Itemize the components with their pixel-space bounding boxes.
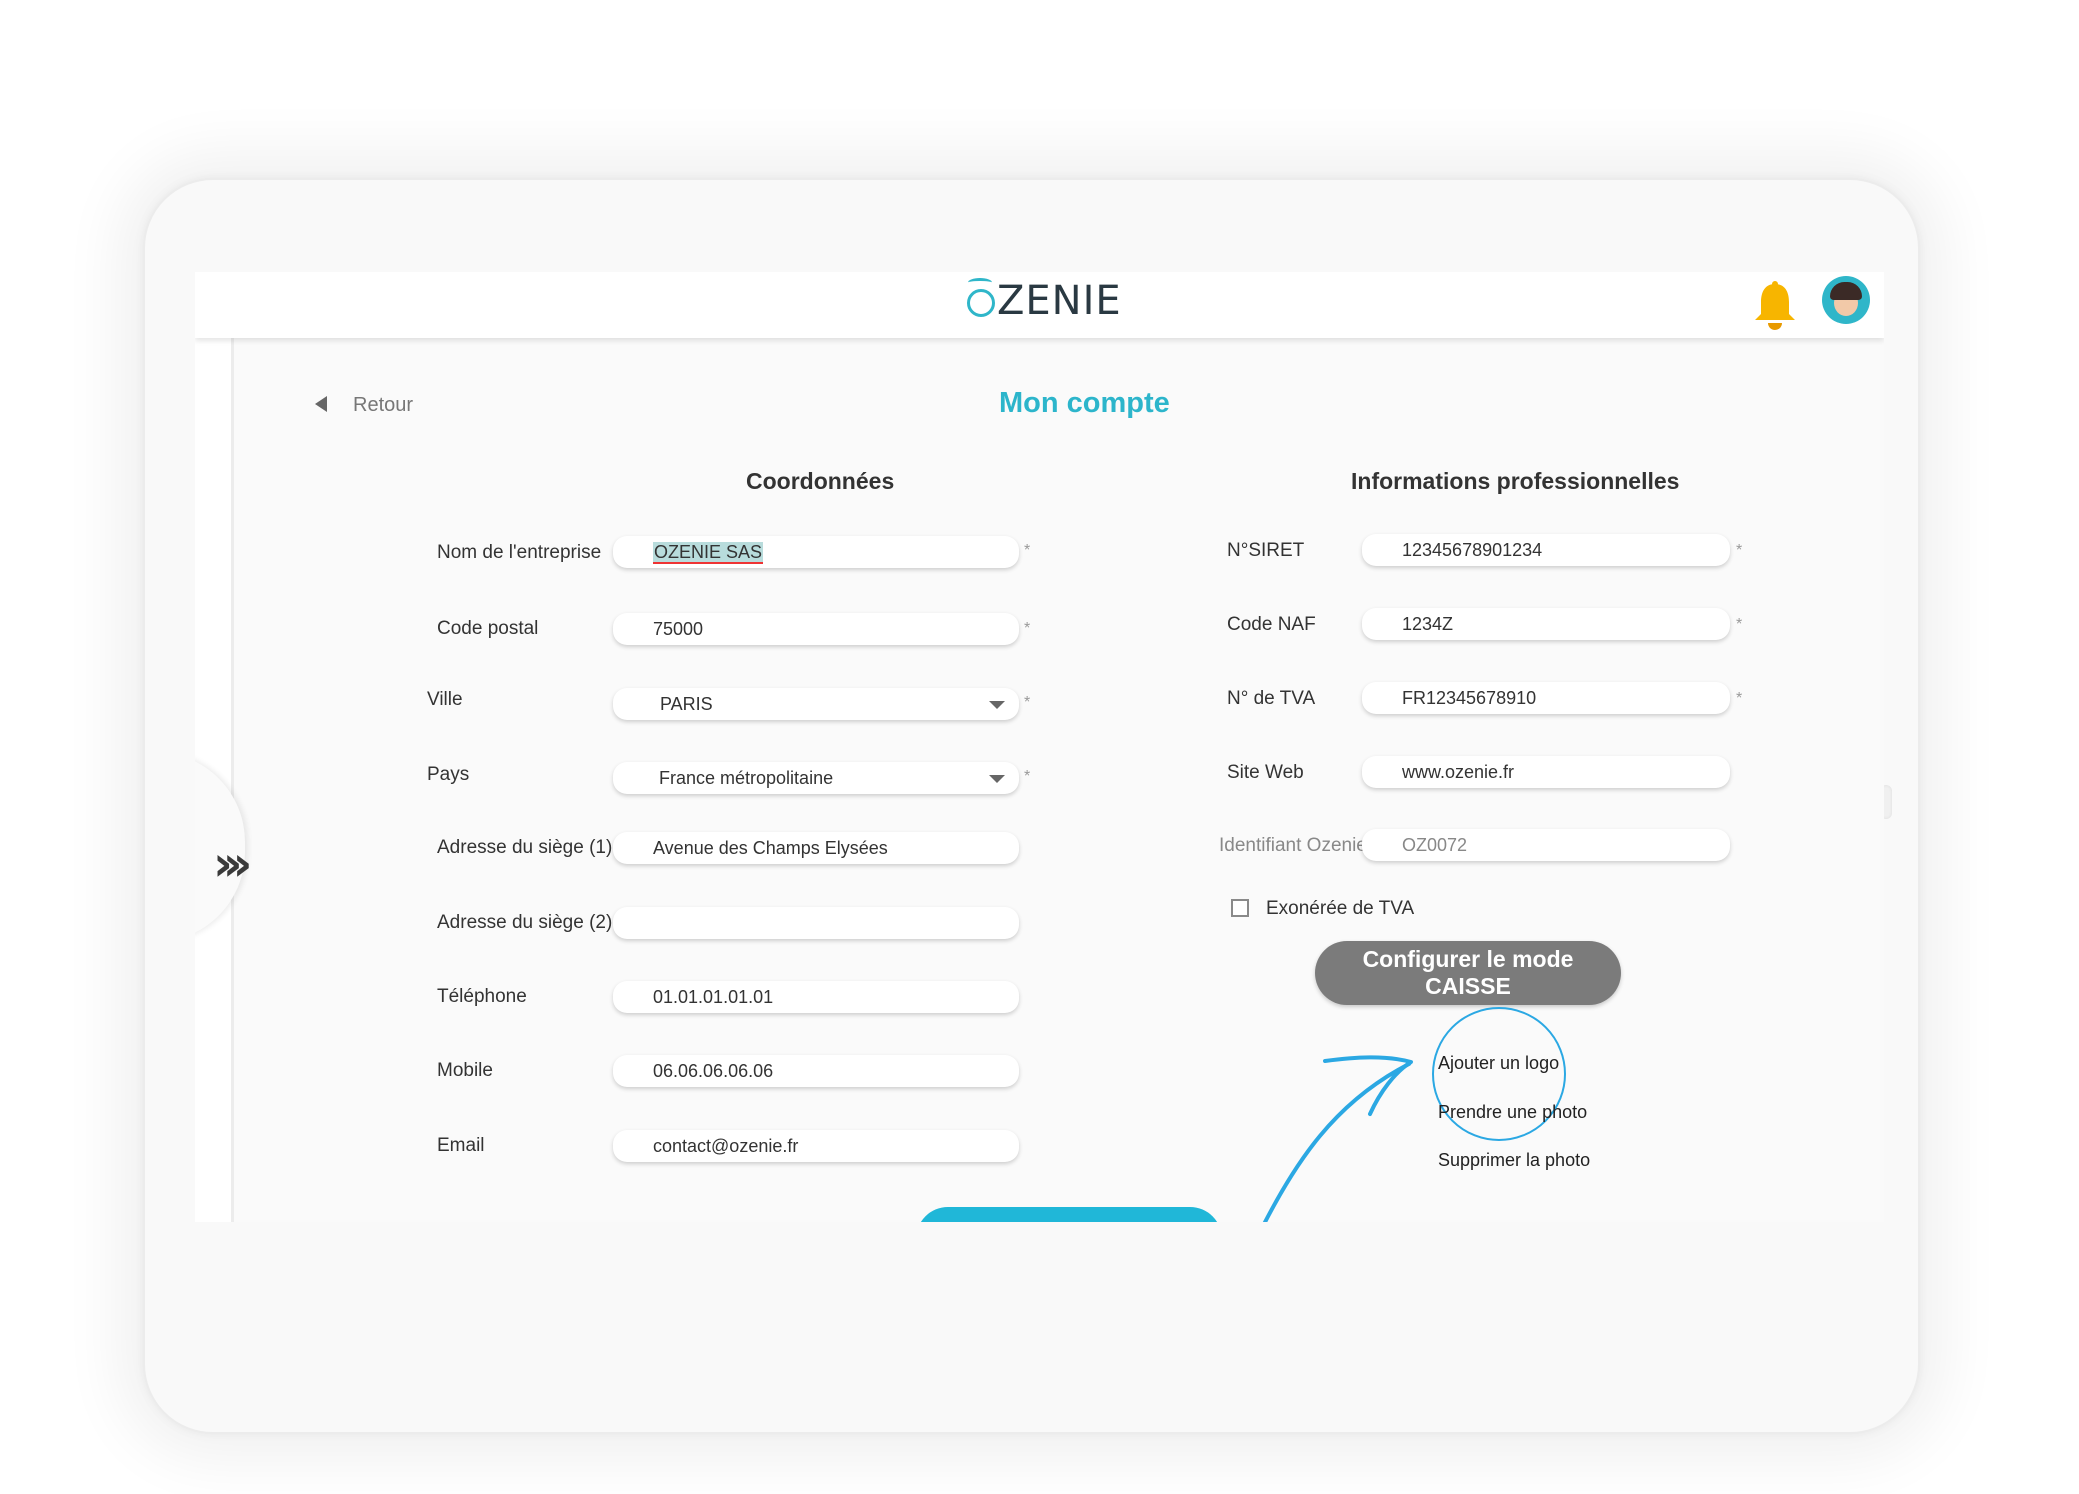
telephone-input[interactable]: 01.01.01.01.01	[613, 981, 1019, 1013]
tva-input[interactable]: FR12345678910	[1362, 682, 1730, 714]
adresse-1-input[interactable]: Avenue des Champs Elysées	[613, 832, 1019, 864]
siret-input[interactable]: 12345678901234	[1362, 534, 1730, 566]
ville-value: PARIS	[660, 694, 713, 714]
exoneree-tva-checkbox[interactable]	[1231, 899, 1249, 917]
page-title: Mon compte	[999, 387, 1170, 419]
label-siret: N°SIRET	[1227, 540, 1305, 561]
menu-add-logo[interactable]: Ajouter un logo	[1438, 1053, 1559, 1074]
pays-select[interactable]: France métropolitaine	[613, 762, 1019, 794]
bell-icon[interactable]	[1747, 278, 1803, 334]
label-identifiant: Identifiant Ozenie	[1219, 835, 1367, 856]
nom-entreprise-value: OZENIE SAS	[653, 542, 764, 564]
double-chevron-right-icon[interactable]: ›››	[213, 836, 252, 892]
logo-ring-icon	[967, 278, 995, 317]
adresse-2-input[interactable]	[613, 907, 1019, 939]
label-exoneree-tva: Exonérée de TVA	[1266, 898, 1415, 919]
back-button[interactable]: Retour	[315, 394, 413, 417]
menu-take-photo[interactable]: Prendre une photo	[1438, 1102, 1587, 1123]
required-mark: *	[1736, 690, 1743, 707]
pays-value: France métropolitaine	[659, 768, 834, 788]
top-bar: ZENIE	[195, 272, 1884, 338]
required-mark: *	[1736, 542, 1743, 559]
menu-delete-photo[interactable]: Supprimer la photo	[1438, 1150, 1590, 1171]
label-email: Email	[437, 1135, 485, 1156]
label-tva: N° de TVA	[1227, 688, 1316, 709]
code-postal-input[interactable]: 75000	[613, 613, 1019, 645]
required-mark: *	[1024, 694, 1031, 711]
mobile-input[interactable]: 06.06.06.06.06	[613, 1055, 1019, 1087]
app-screen: ZENIE ››› Retour Mon compte Coordonnées …	[195, 272, 1884, 1222]
label-adresse-1: Adresse du siège (1)	[437, 837, 613, 858]
back-label: Retour	[353, 394, 414, 416]
required-mark: *	[1024, 542, 1031, 559]
ville-select[interactable]: PARIS	[613, 688, 1019, 720]
nom-entreprise-input[interactable]: OZENIE SAS	[613, 536, 1019, 568]
chevron-down-icon	[989, 775, 1005, 783]
required-mark: *	[1024, 620, 1031, 637]
label-telephone: Téléphone	[437, 986, 527, 1007]
section-title-coordonnees: Coordonnées	[746, 468, 895, 494]
required-mark: *	[1024, 768, 1031, 785]
label-naf: Code NAF	[1227, 614, 1316, 635]
identifiant-input: OZ0072	[1362, 829, 1730, 861]
configurer-caisse-button[interactable]: Configurer le mode CAISSE	[1315, 941, 1621, 1005]
label-adresse-2: Adresse du siège (2)	[437, 912, 613, 933]
naf-input[interactable]: 1234Z	[1362, 608, 1730, 640]
logo-text: ZENIE	[997, 278, 1122, 324]
avatar-hair-icon	[1830, 282, 1862, 300]
email-input[interactable]: contact@ozenie.fr	[613, 1130, 1019, 1162]
chevron-down-icon	[989, 701, 1005, 709]
required-mark: *	[1736, 616, 1743, 633]
label-pays: Pays	[427, 764, 470, 785]
label-site-web: Site Web	[1227, 762, 1304, 783]
back-arrow-icon	[315, 396, 327, 412]
site-web-input[interactable]: www.ozenie.fr	[1362, 756, 1730, 788]
label-mobile: Mobile	[437, 1060, 493, 1081]
section-title-pro: Informations professionnelles	[1351, 468, 1680, 494]
ozenie-logo: ZENIE	[967, 278, 1122, 324]
avatar[interactable]	[1822, 276, 1870, 324]
label-nom: Nom de l'entreprise	[437, 542, 602, 563]
label-ville: Ville	[427, 689, 463, 710]
save-button[interactable]	[916, 1207, 1222, 1222]
label-code-postal: Code postal	[437, 618, 539, 639]
